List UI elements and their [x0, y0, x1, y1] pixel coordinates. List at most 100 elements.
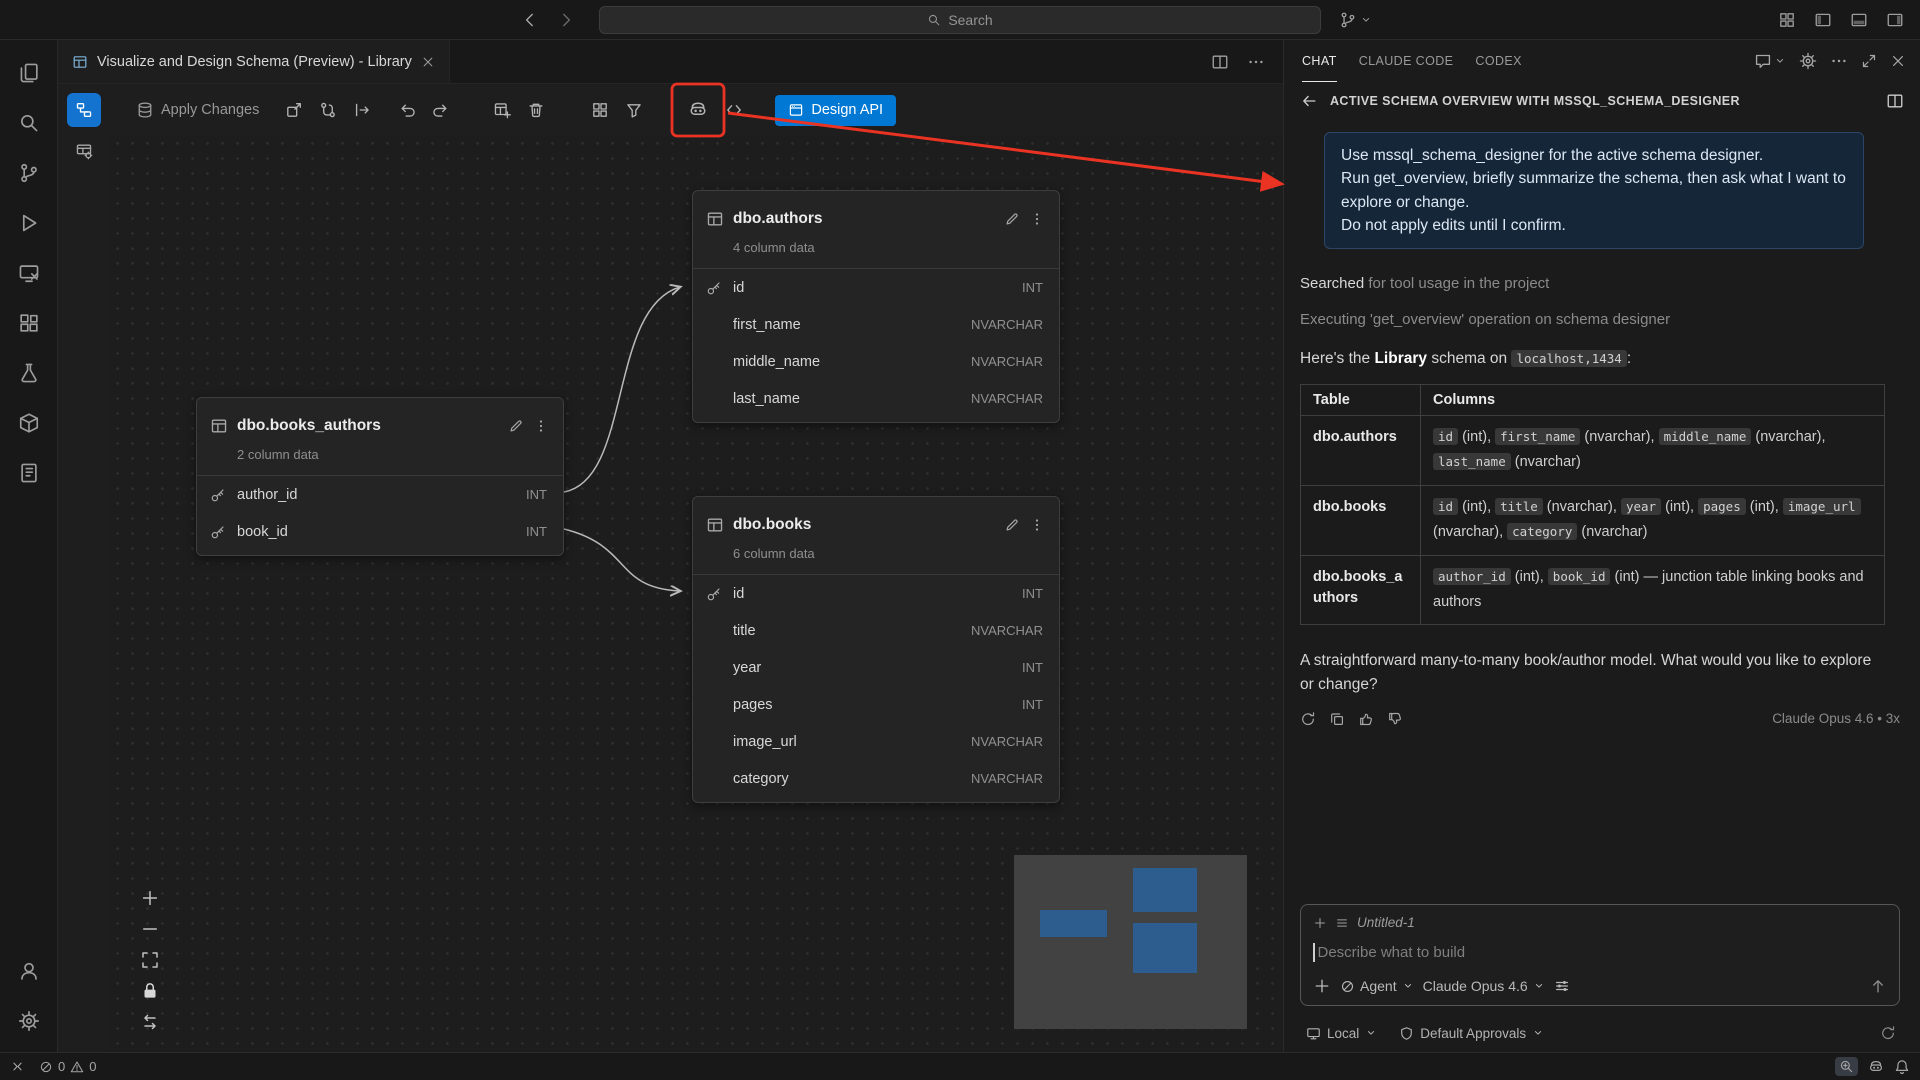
activity-packages[interactable] — [5, 398, 53, 448]
delete-button[interactable] — [523, 97, 549, 123]
activity-source-control[interactable] — [5, 148, 53, 198]
lock-button[interactable] — [140, 981, 160, 1001]
zoom-in-button[interactable] — [140, 888, 160, 908]
chat-tab-codex[interactable]: CODEX — [1475, 40, 1521, 82]
compare-changes-button[interactable] — [315, 97, 341, 123]
auto-layout-button[interactable] — [587, 97, 613, 123]
shield-icon — [1399, 1026, 1414, 1041]
thumbs-down-icon[interactable] — [1387, 711, 1403, 727]
close-tab-icon[interactable] — [421, 55, 435, 69]
packages-icon — [18, 412, 40, 434]
editor-more-actions-icon[interactable] — [1247, 53, 1265, 71]
column-year[interactable]: yearINT — [693, 649, 1059, 686]
activity-account[interactable] — [5, 946, 53, 996]
environment-picker[interactable]: Local — [1306, 1026, 1377, 1041]
chat-input-box[interactable]: Untitled-1 Describe what to build Agent … — [1300, 904, 1900, 1006]
activity-testing[interactable] — [5, 348, 53, 398]
minimap[interactable] — [1014, 855, 1247, 1029]
schema-canvas[interactable]: dbo.authors4 column dataidINTfirst_nameN… — [110, 136, 1283, 1052]
table-definition-view-button[interactable] — [67, 134, 101, 168]
repo-menu-button[interactable] — [1339, 11, 1372, 29]
nav-forward-icon[interactable] — [557, 11, 575, 29]
notifications-icon[interactable] — [1894, 1059, 1910, 1075]
toggle-secondary-sidebar-icon[interactable] — [1886, 11, 1904, 29]
activity-files[interactable] — [5, 48, 53, 98]
toggle-panel-icon[interactable] — [1850, 11, 1868, 29]
activity-extensions[interactable] — [5, 298, 53, 348]
redo-button[interactable] — [427, 97, 453, 123]
undo-button[interactable] — [395, 97, 421, 123]
edit-table-icon[interactable] — [508, 418, 524, 434]
chat-input-placeholder[interactable]: Describe what to build — [1318, 944, 1466, 961]
edit-table-icon[interactable] — [1004, 211, 1020, 227]
column-image_url[interactable]: image_urlNVARCHAR — [693, 723, 1059, 760]
column-title[interactable]: titleNVARCHAR — [693, 612, 1059, 649]
zoom-status-button[interactable] — [1835, 1057, 1858, 1076]
back-icon[interactable] — [1300, 92, 1318, 110]
expand-chat-icon[interactable] — [1861, 53, 1877, 69]
remote-indicator-icon[interactable] — [10, 1059, 25, 1074]
view-code-button[interactable] — [721, 97, 747, 123]
column-pages[interactable]: pagesINT — [693, 686, 1059, 723]
model-picker[interactable]: Claude Opus 4.6 — [1423, 978, 1545, 994]
design-api-button[interactable]: Design API — [775, 95, 896, 126]
publish-script-button[interactable] — [349, 97, 375, 123]
toggle-sidebar-icon[interactable] — [1814, 11, 1832, 29]
table-menu-icon[interactable] — [533, 418, 549, 434]
activity-run-debug[interactable] — [5, 198, 53, 248]
activity-notebook[interactable] — [5, 448, 53, 498]
activity-search[interactable] — [5, 98, 53, 148]
tab-schema-designer[interactable]: Visualize and Design Schema (Preview) - … — [58, 40, 450, 83]
copilot-button[interactable] — [685, 97, 711, 123]
activity-remote-window[interactable] — [5, 248, 53, 298]
close-chat-icon[interactable] — [1890, 53, 1906, 69]
table-menu-icon[interactable] — [1029, 517, 1045, 533]
export-diagram-button[interactable] — [281, 97, 307, 123]
send-icon[interactable] — [1869, 977, 1887, 995]
apply-changes-button[interactable]: Apply Changes — [136, 101, 259, 119]
schema-table-dbo.authors[interactable]: dbo.authors4 column dataidINTfirst_nameN… — [692, 190, 1060, 423]
model-settings-icon[interactable] — [1554, 978, 1570, 994]
mode-picker[interactable]: Agent — [1340, 978, 1414, 994]
column-last_name[interactable]: last_nameNVARCHAR — [693, 380, 1059, 417]
schema-table-dbo.books[interactable]: dbo.books6 column dataidINTtitleNVARCHAR… — [692, 496, 1060, 803]
column-author_id[interactable]: author_idINT — [197, 476, 563, 513]
activity-settings[interactable] — [5, 996, 53, 1046]
thumbs-up-icon[interactable] — [1358, 711, 1374, 727]
column-id[interactable]: idINT — [693, 575, 1059, 612]
column-first_name[interactable]: first_nameNVARCHAR — [693, 306, 1059, 343]
auto-arrange-button[interactable] — [140, 1012, 160, 1032]
schema-table-dbo.books_authors[interactable]: dbo.books_authors2 column dataauthor_idI… — [196, 397, 564, 556]
filter-button[interactable] — [621, 97, 647, 123]
chat-more-icon[interactable] — [1830, 52, 1848, 70]
new-chat-button[interactable] — [1754, 52, 1786, 70]
customize-layout-icon[interactable] — [1778, 11, 1796, 29]
add-table-button[interactable] — [489, 97, 515, 123]
approvals-picker[interactable]: Default Approvals — [1399, 1026, 1544, 1041]
command-center-search[interactable]: Search — [599, 6, 1321, 34]
edit-table-icon[interactable] — [1004, 517, 1020, 533]
zoom-out-button[interactable] — [140, 919, 160, 939]
chat-settings-icon[interactable] — [1799, 52, 1817, 70]
split-chat-icon[interactable] — [1886, 92, 1904, 110]
column-middle_name[interactable]: middle_nameNVARCHAR — [693, 343, 1059, 380]
attach-icon[interactable] — [1313, 977, 1331, 995]
column-name: title — [733, 623, 971, 639]
add-context-icon[interactable] — [1313, 916, 1327, 930]
fit-view-button[interactable] — [140, 950, 160, 970]
schema-diagram-view-button[interactable] — [67, 93, 101, 127]
regenerate-icon[interactable] — [1300, 711, 1316, 727]
column-id[interactable]: idINT — [693, 269, 1059, 306]
copy-icon[interactable] — [1329, 711, 1345, 727]
column-book_id[interactable]: book_idINT — [197, 513, 563, 550]
nav-back-icon[interactable] — [521, 11, 539, 29]
problems-errors[interactable]: 0 0 — [39, 1059, 96, 1074]
minimap-node — [1133, 868, 1197, 912]
column-category[interactable]: categoryNVARCHAR — [693, 760, 1059, 797]
split-editor-icon[interactable] — [1211, 53, 1229, 71]
sync-icon[interactable] — [1880, 1025, 1896, 1041]
chat-tab-claude-code[interactable]: CLAUDE CODE — [1359, 40, 1454, 82]
table-menu-icon[interactable] — [1029, 211, 1045, 227]
copilot-status-icon[interactable] — [1868, 1059, 1884, 1075]
chat-tab-chat[interactable]: CHAT — [1302, 40, 1337, 82]
